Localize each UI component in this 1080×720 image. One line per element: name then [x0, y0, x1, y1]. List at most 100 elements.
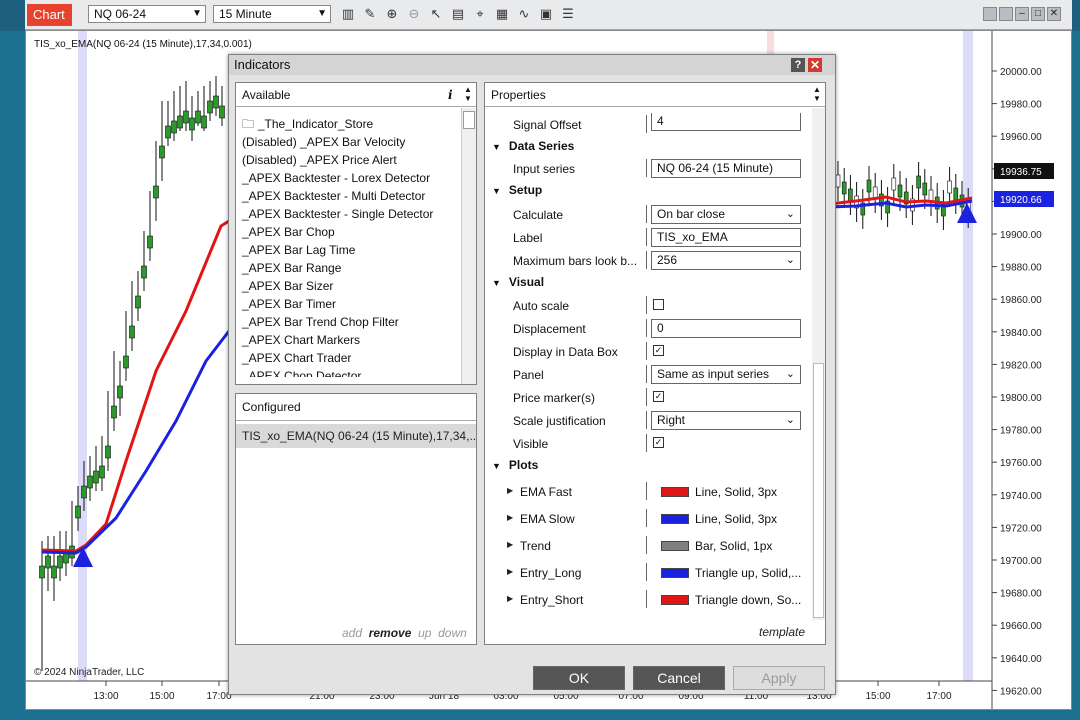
available-item[interactable]: _APEX Bar Sizer — [236, 277, 460, 295]
sort-spinner-icon[interactable]: ▲ ▼ — [462, 85, 474, 105]
prop-divider — [646, 342, 647, 360]
interval-value: 15 Minute — [219, 7, 272, 21]
remove-link[interactable]: remove — [369, 626, 412, 640]
down-link[interactable]: down — [438, 626, 467, 640]
scale-justification-select[interactable]: Right ⌄ — [651, 411, 801, 430]
expand-triangle-icon: ▶ — [507, 540, 514, 549]
zoom-out-icon[interactable]: ⊖ — [405, 6, 423, 24]
minimize-icon[interactable]: – — [1015, 7, 1029, 21]
available-item[interactable]: _APEX Bar Chop — [236, 223, 460, 241]
price-marker-checkbox[interactable]: ✓ — [653, 391, 664, 402]
prop-divider — [646, 319, 647, 337]
configured-item[interactable]: TIS_xo_EMA(NQ 06-24 (15 Minute),17,34,..… — [236, 424, 476, 448]
strategies-icon[interactable]: ∿ — [515, 6, 533, 24]
cancel-button[interactable]: Cancel — [633, 666, 725, 690]
auto-scale-checkbox[interactable] — [653, 299, 664, 310]
draw-pencil-icon[interactable]: ✎ — [361, 6, 379, 24]
sort-spinner-icon[interactable]: ▲ ▼ — [811, 85, 823, 105]
displacement-input[interactable]: 0 — [651, 319, 801, 338]
window-close-icon[interactable]: ✕ — [1047, 7, 1061, 21]
category-label: ▼ Data Series — [492, 139, 574, 153]
price-tick-label: 19720.00 — [1000, 523, 1042, 534]
template-link[interactable]: template — [759, 625, 805, 639]
max-bars-select[interactable]: 256 ⌄ — [651, 251, 801, 270]
color-swatch[interactable] — [661, 568, 689, 578]
cat-plots[interactable]: ▼ Plots — [485, 454, 813, 478]
prop-label: Scale justification — [513, 414, 606, 428]
ok-button[interactable]: OK — [533, 666, 625, 690]
available-item[interactable]: _APEX Bar Timer — [236, 295, 460, 313]
candle-body — [922, 182, 928, 196]
add-link[interactable]: add — [342, 626, 362, 640]
color-swatch[interactable] — [661, 514, 689, 524]
available-scrollbar[interactable] — [461, 108, 476, 384]
available-list[interactable]: 🗀 _The_Indicator_Store (Disabled) _APEX B… — [236, 115, 460, 377]
available-item[interactable]: 🗀 _The_Indicator_Store — [236, 115, 460, 133]
list-icon[interactable]: ☰ — [559, 6, 577, 24]
session-band — [963, 31, 973, 681]
plot-desc: Triangle down, So... — [695, 593, 802, 607]
available-item[interactable]: _APEX Bar Lag Time — [236, 241, 460, 259]
help-icon[interactable]: ? — [791, 58, 805, 72]
properties-icon[interactable]: ▣ — [537, 6, 555, 24]
interval-select[interactable]: 15 Minute ▼ — [213, 5, 331, 23]
scrollbar-thumb[interactable] — [463, 111, 475, 129]
visible-checkbox[interactable]: ✓ — [653, 437, 664, 448]
window-tile2-icon[interactable] — [999, 7, 1013, 21]
maximize-icon[interactable]: □ — [1031, 7, 1045, 21]
cat-setup[interactable]: ▼ Setup — [485, 179, 813, 203]
color-swatch[interactable] — [661, 595, 689, 605]
calculate-value: On bar close — [657, 207, 726, 221]
calculate-select[interactable]: On bar close ⌄ — [651, 205, 801, 224]
candle-body — [891, 177, 897, 191]
scrollbar-thumb[interactable] — [813, 363, 824, 618]
instrument-select[interactable]: NQ 06-24 ▼ — [88, 5, 206, 23]
available-item[interactable]: _APEX Bar Range — [236, 259, 460, 277]
window-tile-icon[interactable] — [983, 7, 997, 21]
indicators-icon[interactable]: ▦ — [493, 6, 511, 24]
properties-scrollbar[interactable] — [812, 108, 825, 620]
price-tick-label: 20000.00 — [1000, 67, 1042, 78]
available-item-label: _APEX Bar Timer — [242, 297, 337, 311]
plot-row[interactable]: ▶ EMA Fast Line, Solid, 3px — [485, 480, 813, 504]
chevron-down-icon: ⌄ — [785, 208, 795, 220]
available-item[interactable]: _APEX Chart Markers — [236, 331, 460, 349]
bar-type-icon[interactable]: ▥ — [339, 6, 357, 24]
available-item[interactable]: _APEX Backtester - Multi Detector — [236, 187, 460, 205]
panel-select[interactable]: Same as input series ⌄ — [651, 365, 801, 384]
available-item[interactable]: _APEX Backtester - Single Detector — [236, 205, 460, 223]
chart-tab[interactable]: Chart — [27, 4, 72, 26]
plot-row[interactable]: ▶ EMA Slow Line, Solid, 3px — [485, 507, 813, 531]
available-item[interactable]: (Disabled) _APEX Bar Velocity — [236, 133, 460, 151]
zoom-in-icon[interactable]: ⊕ — [383, 6, 401, 24]
data-box-icon[interactable]: ▤ — [449, 6, 467, 24]
info-icon[interactable]: i — [448, 83, 453, 107]
color-swatch[interactable] — [661, 487, 689, 497]
plot-row[interactable]: ▶ Entry_Short Triangle down, So... — [485, 588, 813, 612]
signal-offset-input[interactable]: 4 — [651, 113, 801, 131]
available-item[interactable]: _APEX Chart Trader — [236, 349, 460, 367]
properties-header-label: Properties — [491, 88, 546, 102]
input-series-field[interactable]: NQ 06-24 (15 Minute) — [651, 159, 801, 178]
display-databox-checkbox[interactable]: ✓ — [653, 345, 664, 356]
available-item-label: _APEX Backtester - Multi Detector — [242, 189, 426, 203]
cat-visual[interactable]: ▼ Visual — [485, 271, 813, 295]
dialog-title[interactable]: Indicators — [229, 55, 835, 75]
crosshair-icon[interactable]: ⌖ — [471, 6, 489, 24]
label-input[interactable]: TIS_xo_EMA — [651, 228, 801, 247]
prop-divider — [646, 365, 647, 383]
up-link[interactable]: up — [418, 626, 431, 640]
available-item[interactable]: _APEX Backtester - Lorex Detector — [236, 169, 460, 187]
candle-body — [213, 95, 219, 109]
plot-row[interactable]: ▶ Trend Bar, Solid, 1px — [485, 534, 813, 558]
close-icon[interactable]: ✕ — [808, 58, 822, 72]
plot-row[interactable]: ▶ Entry_Long Triangle up, Solid,... — [485, 561, 813, 585]
available-item[interactable]: _APEX Bar Trend Chop Filter — [236, 313, 460, 331]
available-item-label: (Disabled) _APEX Bar Velocity — [242, 135, 406, 149]
pointer-icon[interactable]: ↖ — [427, 6, 445, 24]
available-item[interactable]: (Disabled) _APEX Price Alert — [236, 151, 460, 169]
apply-button[interactable]: Apply — [733, 666, 825, 690]
available-item[interactable]: _APEX Chop Detector — [236, 367, 460, 377]
color-swatch[interactable] — [661, 541, 689, 551]
cat-data-series[interactable]: ▼ Data Series — [485, 135, 813, 159]
